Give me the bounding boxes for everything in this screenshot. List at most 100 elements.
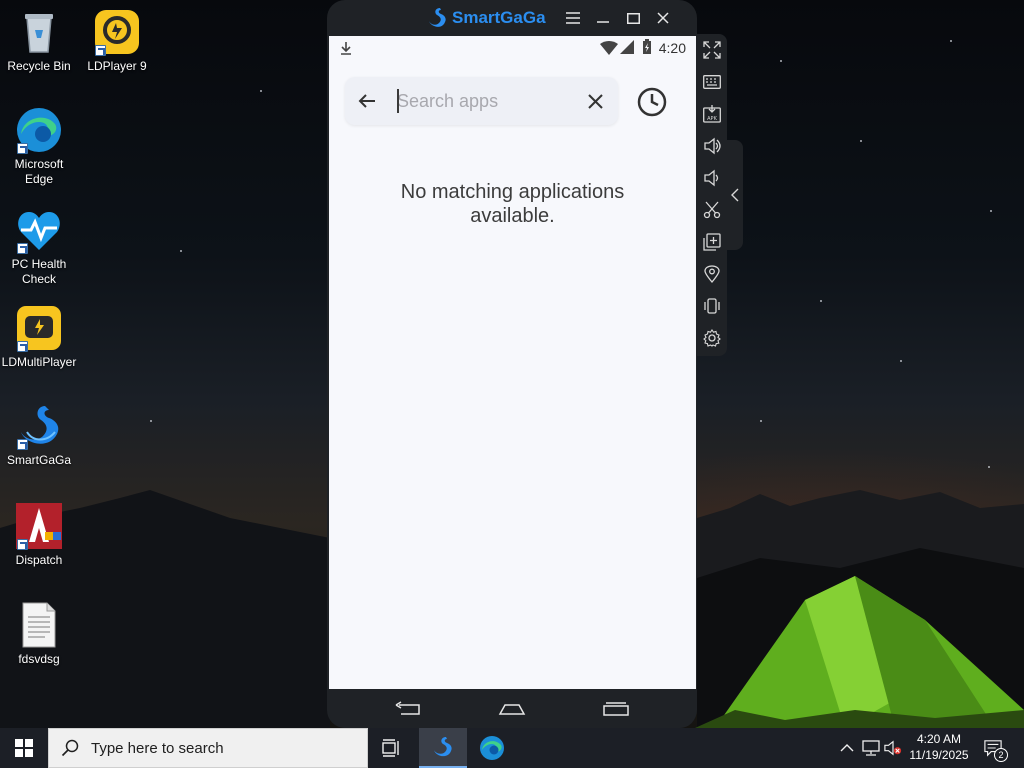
apk-install-button[interactable]: APK (702, 104, 722, 124)
empty-state-message: No matching applications available. (400, 181, 625, 227)
volume-down-button[interactable] (702, 168, 722, 188)
close-icon (657, 12, 669, 24)
apk-install-icon: APK (703, 105, 721, 123)
history-button[interactable] (636, 86, 668, 118)
settings-button[interactable] (702, 328, 722, 348)
screenshot-button[interactable] (702, 200, 722, 220)
shortcut-arrow-icon (17, 143, 28, 154)
shake-button[interactable] (702, 296, 722, 316)
shortcut-arrow-icon (17, 341, 28, 352)
home-icon (498, 704, 526, 715)
fullscreen-button[interactable] (702, 40, 722, 60)
desktop-icon-pc-health-check[interactable]: PC Health Check (0, 206, 78, 287)
desktop-icon-label: SmartGaGa (6, 453, 72, 467)
desktop-icon-ldplayer[interactable]: LDPlayer 9 (78, 8, 156, 74)
shortcut-arrow-icon (95, 45, 106, 56)
notification-count-badge: 2 (994, 748, 1008, 762)
phone-screen: 4:20 No matching applications available. (329, 36, 696, 689)
taskbar-search-box[interactable]: Type here to search (48, 728, 368, 768)
taskbar: Type here to search 4:20 AM 11/19/2025 (0, 728, 1024, 768)
settings-icon (703, 329, 721, 347)
signal-icon (620, 40, 634, 54)
menu-icon (566, 12, 580, 24)
arrow-left-icon (358, 94, 375, 108)
network-icon (862, 740, 880, 756)
menu-button[interactable] (564, 9, 582, 27)
multi-instance-button[interactable] (702, 232, 722, 252)
edge-icon (15, 106, 63, 154)
smartgaga-icon (434, 737, 452, 757)
android-status-bar: 4:20 (329, 36, 696, 60)
desktop-icon-dispatch[interactable]: Dispatch (0, 502, 78, 568)
smartgaga-icon (15, 402, 63, 450)
multi-instance-icon (703, 233, 721, 251)
show-hidden-icons-button[interactable] (838, 739, 856, 757)
recents-icon (603, 702, 629, 716)
desktop-icon-fdsvdsg[interactable]: fdsvdsg (0, 601, 78, 667)
minimize-button[interactable] (594, 9, 612, 27)
svg-text:APK: APK (707, 116, 717, 122)
clock-date: 11/19/2025 (909, 748, 969, 762)
collapse-toolbar-tab[interactable] (727, 140, 743, 250)
taskbar-edge-button[interactable] (468, 728, 516, 768)
recycle-bin-icon (15, 8, 63, 56)
maximize-icon (626, 12, 640, 24)
volume-up-button[interactable] (702, 136, 722, 156)
text-file-icon (15, 601, 63, 649)
back-icon (395, 701, 420, 715)
taskbar-clock[interactable]: 4:20 AM 11/19/2025 (904, 731, 974, 763)
chevron-left-icon (731, 188, 739, 202)
android-nav-bar (329, 689, 696, 728)
keyboard-button[interactable] (702, 72, 722, 92)
clear-search-button[interactable] (585, 91, 605, 111)
pc-health-check-icon (15, 206, 63, 254)
volume-up-icon (704, 137, 721, 155)
windows-logo-icon (15, 739, 33, 757)
scissors-icon (703, 201, 721, 219)
nav-home-button[interactable] (498, 701, 526, 722)
nav-back-button[interactable] (395, 701, 423, 722)
chevron-up-icon (840, 744, 854, 752)
back-button[interactable] (355, 89, 379, 113)
start-button[interactable] (0, 728, 48, 768)
shortcut-arrow-icon (17, 439, 28, 450)
keyboard-icon (703, 75, 721, 89)
minimize-icon (597, 21, 609, 23)
shake-icon (704, 298, 720, 314)
clock-time: 4:20 AM (916, 732, 962, 746)
clock-icon (637, 87, 667, 117)
volume-button[interactable] (884, 739, 902, 757)
maximize-button[interactable] (624, 9, 642, 27)
desktop-icon-smartgaga[interactable]: SmartGaGa (0, 402, 78, 468)
shortcut-arrow-icon (17, 243, 28, 254)
volume-muted-icon (884, 740, 902, 756)
location-icon (704, 265, 720, 283)
desktop-icon-recycle-bin[interactable]: Recycle Bin (0, 8, 78, 74)
desktop-icon-edge[interactable]: Microsoft Edge (0, 106, 78, 187)
ldmultiplayer-icon (15, 304, 63, 352)
desktop-icon-label: Recycle Bin (7, 59, 71, 73)
text-caret (397, 89, 399, 113)
emulator-title-bar[interactable]: SmartGaGa (327, 0, 697, 36)
search-input[interactable] (397, 86, 577, 116)
network-button[interactable] (862, 739, 880, 757)
emulator-title: SmartGaGa (452, 8, 546, 27)
smartgaga-logo-icon (429, 8, 446, 27)
desktop-icon-label: LDMultiPlayer (1, 355, 77, 369)
task-view-button[interactable] (368, 728, 416, 768)
shortcut-arrow-icon (17, 539, 28, 550)
taskbar-smartgaga-button[interactable] (419, 728, 467, 768)
close-button[interactable] (654, 9, 672, 27)
wifi-icon (600, 41, 618, 55)
desktop-icon-ldmultiplayer[interactable]: LDMultiPlayer (0, 304, 78, 370)
location-button[interactable] (702, 264, 722, 284)
dispatch-icon (15, 502, 63, 550)
desktop-icon-label: LDPlayer 9 (87, 59, 147, 73)
clear-icon (587, 93, 603, 109)
desktop-icon-label: fdsvdsg (18, 652, 60, 666)
volume-down-icon (704, 169, 719, 187)
nav-recents-button[interactable] (602, 701, 630, 722)
search-box[interactable] (345, 77, 618, 125)
desktop-icon-label: Microsoft Edge (14, 157, 64, 186)
battery-charging-icon (643, 39, 651, 54)
